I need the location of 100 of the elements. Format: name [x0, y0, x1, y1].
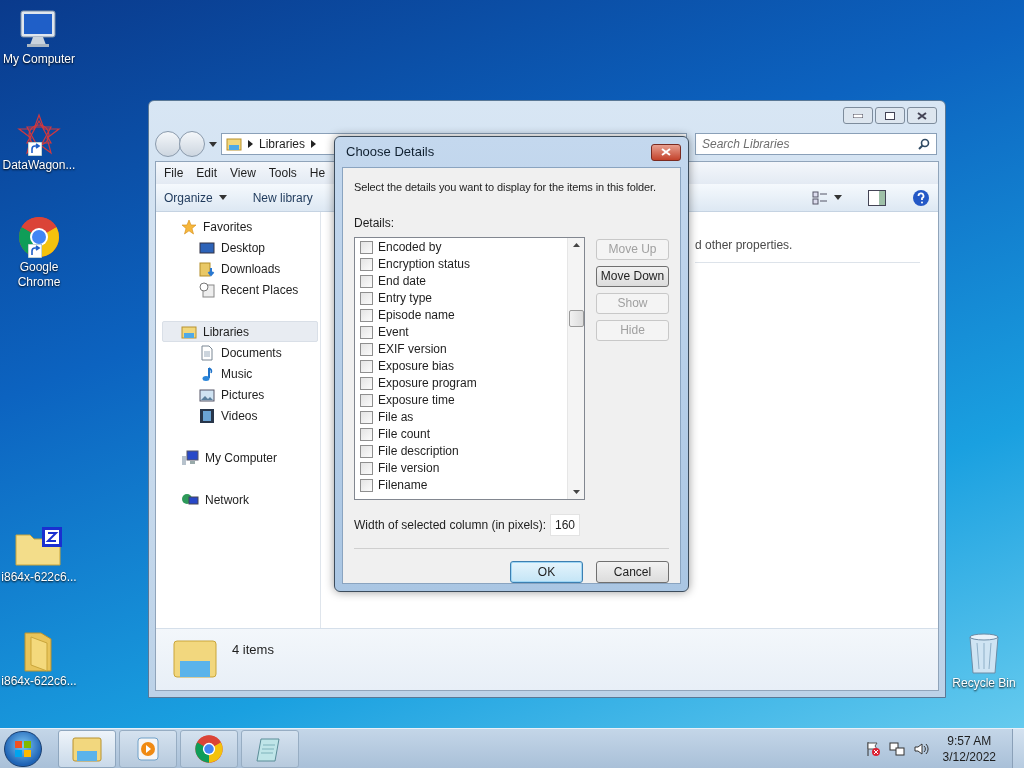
folder-arrow-icon	[199, 260, 215, 277]
taskbar-button[interactable]	[241, 729, 299, 768]
library-folder-icon	[181, 323, 197, 340]
checkbox[interactable]	[360, 427, 373, 441]
forward-button[interactable]	[179, 131, 205, 157]
nav-item[interactable]: Pictures	[162, 384, 318, 405]
detail-option[interactable]: File description	[360, 442, 567, 460]
nav-item[interactable]: Music	[162, 363, 318, 384]
checkbox[interactable]	[360, 274, 373, 288]
help-icon[interactable]	[912, 188, 930, 207]
checkbox[interactable]	[360, 308, 373, 322]
detail-option[interactable]: Episode name	[360, 306, 567, 324]
menu-item[interactable]: View	[224, 164, 262, 182]
show-desktop-button[interactable]	[1012, 728, 1024, 768]
list-label: Details:	[354, 214, 395, 232]
desktop-shortcut[interactable]: My Computer	[0, 6, 78, 67]
detail-option[interactable]: Encoded by	[360, 238, 567, 256]
dialog-button[interactable]: Cancel	[596, 560, 669, 583]
checkbox[interactable]	[360, 257, 373, 271]
desktop-icon-label: My Computer	[2, 52, 76, 67]
detail-option[interactable]: File version	[360, 459, 567, 477]
item-count: 4 items	[232, 641, 274, 659]
width-field[interactable]: 160	[550, 513, 580, 536]
network-globe-icon	[181, 491, 199, 508]
detail-option[interactable]: Filename	[360, 476, 567, 494]
close-button[interactable]	[907, 107, 937, 124]
start-button[interactable]	[4, 730, 42, 767]
flag-error-icon[interactable]	[864, 740, 881, 757]
menu-item[interactable]: Edit	[190, 164, 224, 182]
back-button[interactable]	[155, 131, 181, 157]
dialog-title: Choose Details	[346, 143, 435, 162]
caret-icon	[209, 141, 217, 147]
windows-logo-icon	[14, 739, 32, 758]
desktop-shortcut[interactable]: DataWagon...	[0, 112, 78, 173]
checkbox[interactable]	[360, 461, 373, 475]
detail-option[interactable]: End date	[360, 272, 567, 290]
document-icon	[199, 344, 215, 361]
detail-option[interactable]: EXIF version	[360, 340, 567, 358]
picture-icon	[199, 386, 215, 403]
toolbar-button[interactable]: New library	[252, 188, 313, 207]
detail-option[interactable]: Exposure bias	[360, 357, 567, 375]
nav-item[interactable]: Libraries	[162, 321, 318, 342]
checkbox[interactable]	[360, 291, 373, 305]
breadcrumb-item[interactable]: Libraries	[259, 135, 306, 153]
desktop-shortcut[interactable]: i864x-622c6...	[0, 524, 78, 585]
scroll-thumb[interactable]	[568, 309, 584, 327]
checkbox[interactable]	[360, 359, 373, 373]
checkbox[interactable]	[360, 342, 373, 356]
nav-item[interactable]: Downloads	[162, 258, 318, 279]
instruction-text: Select the details you want to display for the items in this folder.	[354, 180, 657, 195]
detail-option[interactable]: Exposure program	[360, 374, 567, 392]
desktop-icon-label: i864x-622c6...	[0, 570, 78, 585]
nav-item[interactable]: Recent Places	[162, 279, 318, 300]
taskbar-button[interactable]	[180, 729, 238, 768]
side-button[interactable]: Move Down	[596, 265, 669, 287]
nav-item[interactable]: Documents	[162, 342, 318, 363]
maximize-icon	[885, 111, 895, 120]
content-text: d other properties.	[695, 237, 794, 254]
nav-item[interactable]: Videos	[162, 405, 318, 426]
detail-option[interactable]: Exposure time	[360, 391, 567, 409]
checkbox[interactable]	[360, 376, 373, 390]
detail-option[interactable]: Event	[360, 323, 567, 341]
dialog-button[interactable]: OK	[510, 560, 583, 583]
caret-icon	[218, 195, 227, 200]
folder-icon	[14, 525, 64, 569]
nav-item[interactable]: My Computer	[162, 447, 318, 468]
checkbox[interactable]	[360, 240, 373, 254]
menu-item[interactable]: Tools	[262, 164, 303, 182]
close-button[interactable]	[651, 143, 681, 161]
scroll-down-icon	[572, 489, 580, 494]
taskbar-button[interactable]	[119, 729, 177, 768]
taskbar-button[interactable]	[58, 729, 116, 768]
toolbar-button[interactable]: Organize	[164, 188, 227, 207]
desktop-icon-label: DataWagon...	[1, 158, 77, 173]
view-options-icon[interactable]	[812, 189, 828, 206]
scrollbar[interactable]	[567, 237, 584, 499]
nav-item[interactable]: Network	[162, 489, 318, 510]
desktop-shortcut[interactable]: Google Chrome	[0, 214, 78, 290]
menu-item[interactable]: File	[158, 164, 190, 182]
maximize-button[interactable]	[875, 107, 905, 124]
nav-item[interactable]: Desktop	[162, 237, 318, 258]
network-icon[interactable]	[888, 740, 905, 757]
checkbox[interactable]	[360, 325, 373, 339]
speaker-icon[interactable]	[912, 740, 929, 757]
preview-pane-icon[interactable]	[868, 189, 886, 206]
nav-item[interactable]: Favorites	[162, 216, 318, 237]
checkbox[interactable]	[360, 444, 373, 458]
detail-option[interactable]: File count	[360, 425, 567, 443]
checkbox[interactable]	[360, 410, 373, 424]
detail-option[interactable]: Entry type	[360, 289, 567, 307]
desktop-icon-label: i864x-622c6...	[0, 674, 78, 689]
detail-option[interactable]: File as	[360, 408, 567, 426]
search-icon	[918, 138, 930, 150]
search-field[interactable]: Search Libraries	[695, 133, 937, 155]
checkbox[interactable]	[360, 478, 373, 492]
menu-item[interactable]: He	[303, 164, 332, 182]
clock[interactable]: 9:57 AM 3/12/2022	[942, 732, 996, 765]
checkbox[interactable]	[360, 393, 373, 407]
detail-option[interactable]: Encryption status	[360, 255, 567, 273]
music-note-icon	[199, 365, 215, 382]
